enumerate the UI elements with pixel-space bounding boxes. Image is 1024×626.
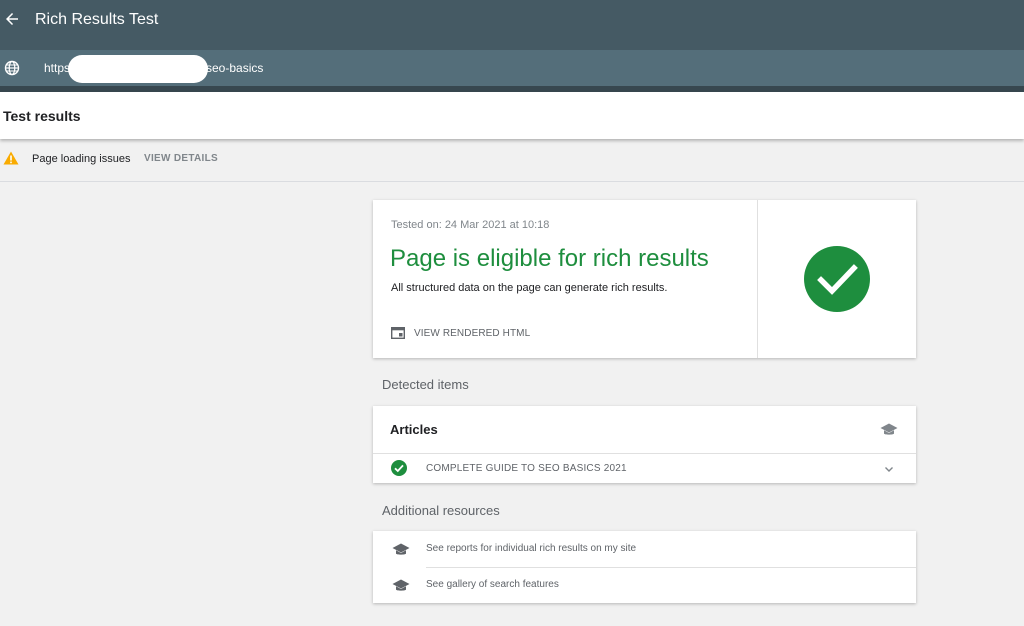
app-title: Rich Results Test	[35, 11, 159, 28]
code-window-icon	[391, 327, 405, 339]
tested-on-timestamp: Tested on: 24 Mar 2021 at 10:18	[391, 219, 550, 231]
resource-link-label: See gallery of search features	[426, 579, 559, 590]
view-rendered-html-label: VIEW RENDERED HTML	[414, 327, 531, 339]
view-rendered-html-button[interactable]: VIEW RENDERED HTML	[391, 327, 530, 339]
summary-divider	[757, 200, 758, 358]
additional-resources-heading: Additional resources	[382, 503, 500, 518]
page-title: Test results	[3, 108, 81, 124]
detected-items-heading: Detected items	[382, 377, 469, 392]
view-details-link[interactable]: VIEW DETAILS	[144, 153, 218, 164]
eligibility-description: All structured data on the page can gene…	[391, 282, 668, 294]
graduation-cap-icon[interactable]	[880, 423, 898, 437]
summary-content: Tested on: 24 Mar 2021 at 10:18 Page is …	[373, 200, 757, 358]
articles-title: Articles	[390, 422, 438, 437]
check-circle-icon	[391, 460, 407, 476]
check-circle-icon	[804, 246, 870, 312]
graduation-cap-icon	[392, 543, 410, 555]
eligibility-status: Page is eligible for rich results	[390, 245, 709, 272]
results-header: Test results	[0, 92, 1024, 139]
arrow-left-icon[interactable]	[4, 11, 20, 27]
warning-triangle-icon	[3, 151, 19, 165]
resource-link-gallery[interactable]: See gallery of search features	[373, 567, 916, 603]
app-toolbar: Rich Results Test	[0, 0, 1024, 50]
list-item[interactable]: COMPLETE GUIDE TO SEO BASICS 2021	[373, 454, 916, 483]
chevron-down-icon[interactable]	[883, 463, 895, 475]
article-item-name: COMPLETE GUIDE TO SEO BASICS 2021	[426, 463, 627, 474]
tested-url-suffix: seo-basics	[206, 61, 264, 75]
graduation-cap-icon	[392, 579, 410, 591]
warning-text: Page loading issues	[32, 153, 131, 165]
resource-link-reports[interactable]: See reports for individual rich results …	[373, 531, 916, 567]
resource-link-label: See reports for individual rich results …	[426, 543, 637, 554]
summary-card: Tested on: 24 Mar 2021 at 10:18 Page is …	[373, 200, 916, 358]
url-redaction	[68, 55, 208, 83]
additional-resources-card: See reports for individual rich results …	[373, 531, 916, 603]
globe-icon	[4, 60, 20, 76]
articles-card: Articles COMPLETE GUIDE TO SEO BASICS 20…	[373, 406, 916, 483]
page-loading-warning: Page loading issues VIEW DETAILS	[0, 140, 1024, 182]
